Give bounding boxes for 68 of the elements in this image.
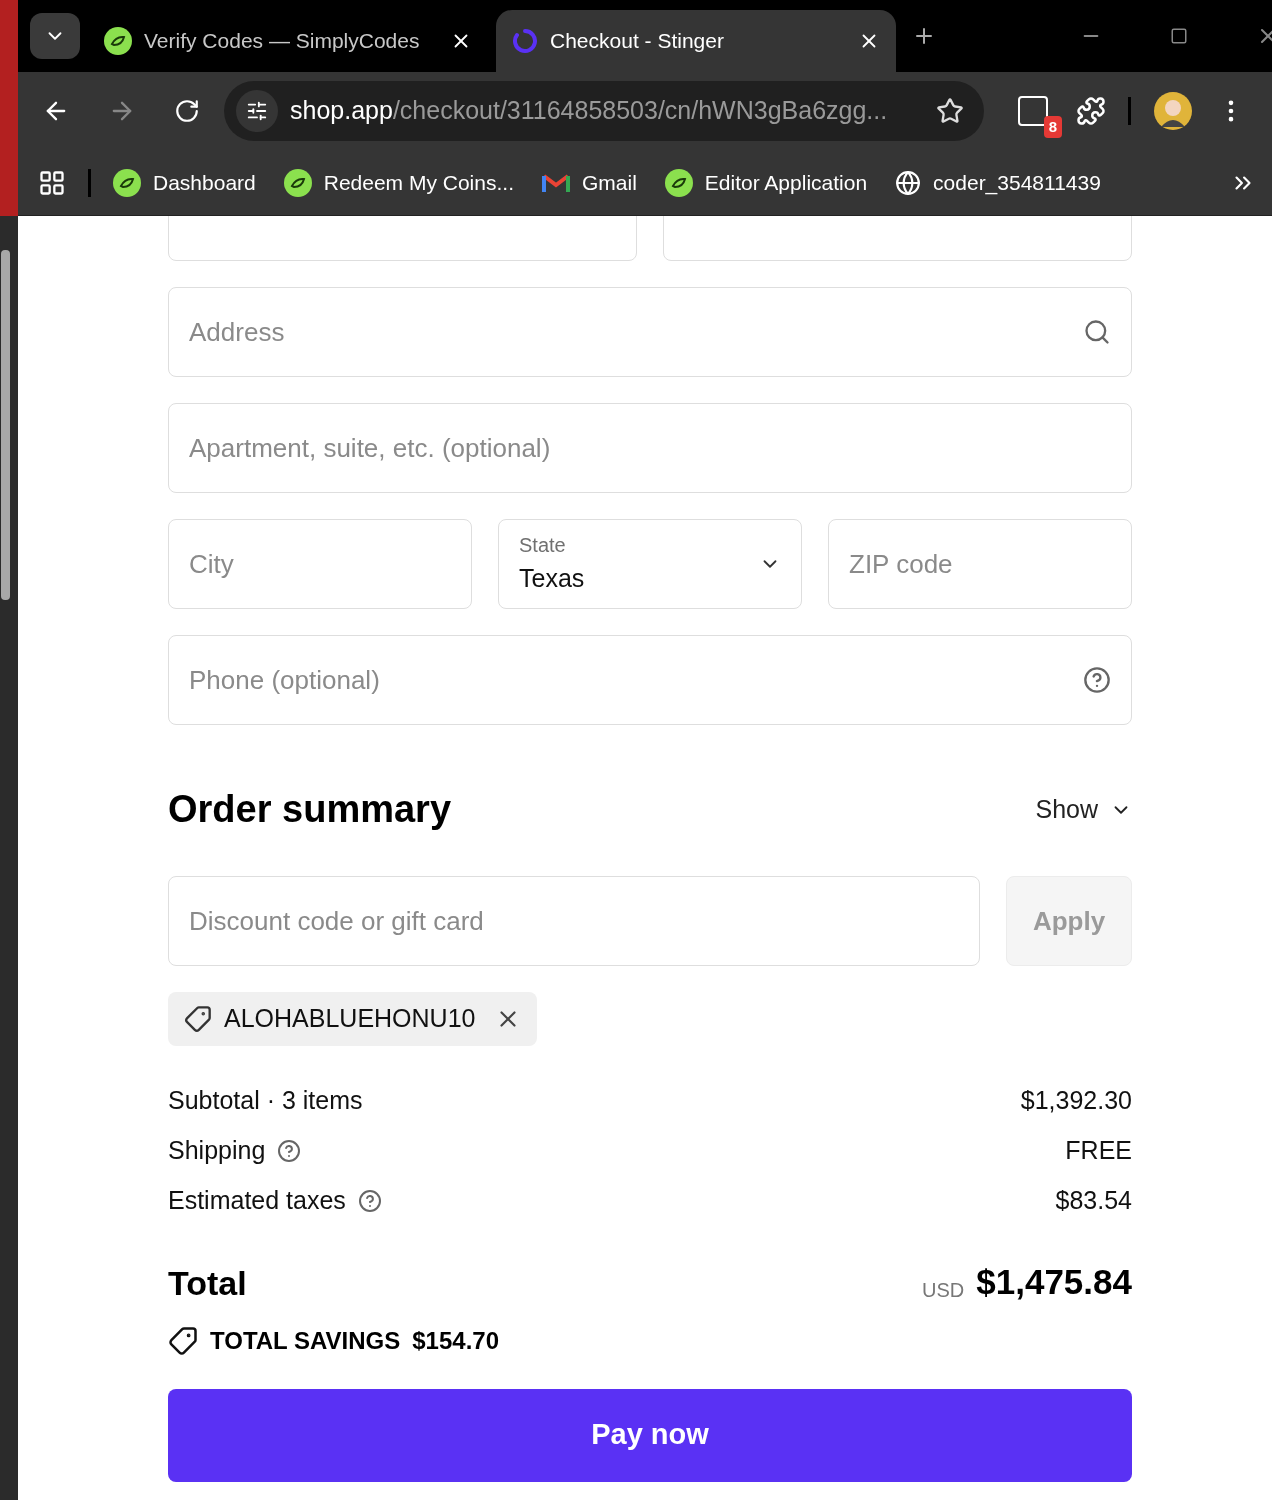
discount-code: ALOHABLUEHONU10 (224, 1003, 476, 1035)
pay-now-button[interactable]: Pay now (168, 1388, 1132, 1482)
globe-icon (895, 169, 922, 196)
text-field[interactable]: Phone (optional) (168, 635, 1132, 725)
leaf-logo-icon (104, 27, 132, 55)
maximize-icon[interactable] (1170, 27, 1188, 45)
show-toggle[interactable]: Show (1035, 790, 1132, 829)
bookmark-label: Gmail (581, 169, 637, 196)
bookmark-label: coder_354811439 (933, 169, 1101, 197)
help-icon[interactable] (357, 1189, 382, 1213)
discount-field[interactable]: Discount code or gift card (168, 876, 980, 966)
tag-icon (184, 1005, 212, 1033)
search-icon (1083, 318, 1111, 346)
bookmark-item[interactable]: Redeem My Coins... (283, 166, 514, 199)
bookmark-label: Dashboard (153, 169, 256, 196)
address-bar[interactable]: shop.app/checkout/31164858503/cn/hWN3gBa6zgg... (224, 81, 984, 141)
savings-label: TOTAL SAVINGS (210, 1325, 401, 1356)
text-input[interactable]: ZIP code (849, 544, 1111, 584)
leaf-logo-icon (283, 168, 312, 197)
tab-title: Checkout - Stinger (550, 28, 725, 55)
currency-label: USD (922, 1277, 965, 1303)
section-title: Order summary (168, 787, 451, 832)
leaf-logo-icon (664, 168, 693, 197)
ring-logo-icon (512, 28, 538, 54)
browser-tab[interactable]: Checkout - Stinger (496, 10, 896, 72)
tab-title: Verify Codes — SimplyCodes (144, 28, 421, 55)
text-input[interactable]: City (189, 544, 451, 584)
reload-icon[interactable] (174, 98, 200, 124)
summary-value: $83.54 (1055, 1185, 1132, 1217)
state-select[interactable]: State Texas (498, 519, 802, 609)
bookmark-star-icon[interactable] (936, 97, 964, 125)
bookmark-label: Editor Application (704, 169, 868, 196)
tags-icon (168, 1325, 198, 1356)
summary-label: Subtotal · 3 items (168, 1085, 363, 1117)
bookmark-item[interactable]: Gmail (541, 166, 637, 199)
bookmark-item[interactable]: coder_354811439 (895, 166, 1101, 199)
bookmark-item[interactable]: Dashboard (113, 166, 256, 199)
browser-tab[interactable]: Verify Codes — SimplyCodes (88, 10, 488, 72)
text-input[interactable]: Address (189, 312, 1071, 352)
text-input[interactable]: Apartment, suite, etc. (optional) (189, 428, 1111, 468)
extensions-icon[interactable] (1076, 96, 1106, 126)
bookmark-label: Redeem My Coins... (323, 169, 514, 196)
help-icon (1083, 666, 1111, 694)
summary-label: Shipping (168, 1135, 266, 1167)
tab-list-button[interactable] (30, 13, 80, 59)
text-field[interactable]: Apartment, suite, etc. (optional) (168, 403, 1132, 493)
field-label: State (519, 533, 567, 559)
help-icon[interactable] (277, 1139, 302, 1163)
summary-value: FREE (1065, 1135, 1132, 1167)
field-value: Texas (519, 563, 585, 595)
savings-amount: $154.70 (412, 1325, 499, 1356)
discount-input[interactable]: Discount code or gift card (189, 901, 959, 941)
leaf-logo-icon (113, 168, 141, 197)
summary-value: $1,392.30 (1020, 1085, 1132, 1117)
apps-icon[interactable] (38, 168, 66, 197)
bookmark-item[interactable]: Editor Application (664, 166, 868, 199)
extension-badge: 8 (1043, 115, 1062, 138)
summary-label: Estimated taxes (168, 1185, 346, 1217)
site-settings-icon[interactable] (236, 90, 278, 132)
text-field[interactable]: Address (168, 287, 1132, 377)
total-label: Total (168, 1262, 247, 1304)
avatar-icon[interactable] (1153, 91, 1193, 131)
text-field[interactable]: ZIP code (828, 519, 1132, 609)
text-field[interactable]: City (168, 519, 472, 609)
scrollbar-thumb[interactable] (1, 250, 10, 600)
url-text: shop.app/checkout/31164858503/cn/hWN3gBa6zgg... (290, 95, 889, 127)
text-input[interactable]: Phone (optional) (189, 660, 1071, 700)
total-amount: $1,475.84 (976, 1261, 1132, 1303)
